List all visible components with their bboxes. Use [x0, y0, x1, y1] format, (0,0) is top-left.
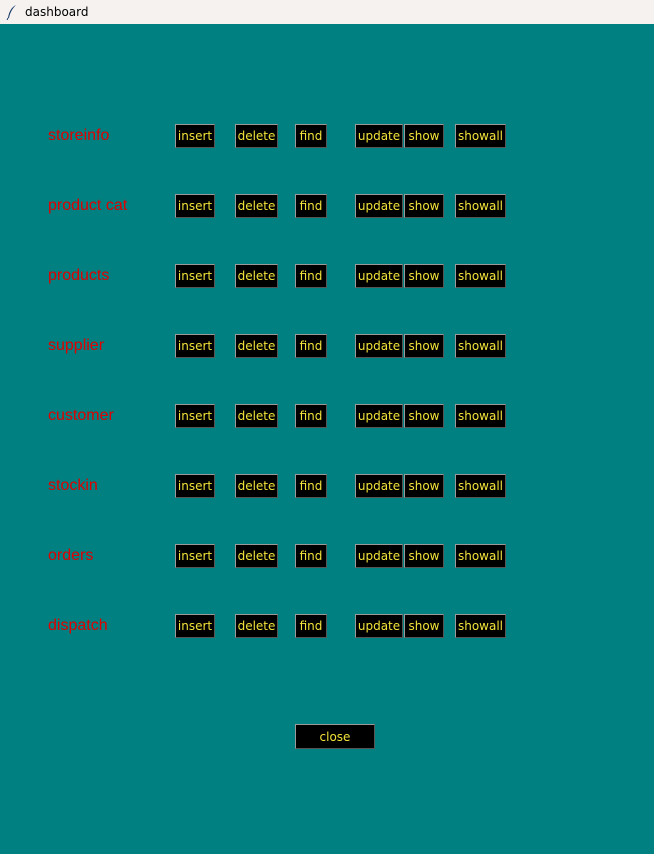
stockin-showall-button[interactable]: showall	[455, 474, 506, 498]
supplier-delete-button[interactable]: delete	[235, 334, 278, 358]
orders-insert-button[interactable]: insert	[175, 544, 215, 568]
stockin-show-button[interactable]: show	[404, 474, 444, 498]
dispatch-find-button[interactable]: find	[295, 614, 327, 638]
supplier-show-button[interactable]: show	[404, 334, 444, 358]
feather-icon	[0, 0, 24, 24]
stockin-insert-button[interactable]: insert	[175, 474, 215, 498]
product-cat-showall-button[interactable]: showall	[455, 194, 506, 218]
customer-insert-button[interactable]: insert	[175, 404, 215, 428]
title-bar: dashboard	[0, 0, 654, 24]
orders-update-button[interactable]: update	[355, 544, 403, 568]
product-cat-find-button[interactable]: find	[295, 194, 327, 218]
dispatch-delete-button[interactable]: delete	[235, 614, 278, 638]
orders-show-button[interactable]: show	[404, 544, 444, 568]
label-supplier: supplier	[48, 337, 105, 354]
products-delete-button[interactable]: delete	[235, 264, 278, 288]
storeinfo-insert-button[interactable]: insert	[175, 124, 215, 148]
dispatch-showall-button[interactable]: showall	[455, 614, 506, 638]
products-showall-button[interactable]: showall	[455, 264, 506, 288]
product-cat-insert-button[interactable]: insert	[175, 194, 215, 218]
supplier-showall-button[interactable]: showall	[455, 334, 506, 358]
products-update-button[interactable]: update	[355, 264, 403, 288]
storeinfo-showall-button[interactable]: showall	[455, 124, 506, 148]
dispatch-show-button[interactable]: show	[404, 614, 444, 638]
storeinfo-update-button[interactable]: update	[355, 124, 403, 148]
customer-update-button[interactable]: update	[355, 404, 403, 428]
product-cat-update-button[interactable]: update	[355, 194, 403, 218]
customer-show-button[interactable]: show	[404, 404, 444, 428]
label-stockin: stockin	[48, 477, 98, 494]
storeinfo-find-button[interactable]: find	[295, 124, 327, 148]
label-storeinfo: storeinfo	[48, 127, 110, 144]
products-show-button[interactable]: show	[404, 264, 444, 288]
storeinfo-delete-button[interactable]: delete	[235, 124, 278, 148]
products-insert-button[interactable]: insert	[175, 264, 215, 288]
label-orders: orders	[48, 547, 94, 564]
product-cat-delete-button[interactable]: delete	[235, 194, 278, 218]
supplier-find-button[interactable]: find	[295, 334, 327, 358]
supplier-update-button[interactable]: update	[355, 334, 403, 358]
stockin-delete-button[interactable]: delete	[235, 474, 278, 498]
orders-find-button[interactable]: find	[295, 544, 327, 568]
label-product-cat: product cat	[48, 197, 128, 214]
label-customer: customer	[48, 407, 114, 424]
dispatch-insert-button[interactable]: insert	[175, 614, 215, 638]
close-button[interactable]: close	[295, 724, 375, 749]
storeinfo-show-button[interactable]: show	[404, 124, 444, 148]
window-title: dashboard	[25, 5, 89, 19]
customer-showall-button[interactable]: showall	[455, 404, 506, 428]
orders-delete-button[interactable]: delete	[235, 544, 278, 568]
label-dispatch: dispatch	[48, 617, 108, 634]
label-products: products	[48, 267, 110, 284]
customer-find-button[interactable]: find	[295, 404, 327, 428]
supplier-insert-button[interactable]: insert	[175, 334, 215, 358]
customer-delete-button[interactable]: delete	[235, 404, 278, 428]
orders-showall-button[interactable]: showall	[455, 544, 506, 568]
stockin-update-button[interactable]: update	[355, 474, 403, 498]
products-find-button[interactable]: find	[295, 264, 327, 288]
dispatch-update-button[interactable]: update	[355, 614, 403, 638]
product-cat-show-button[interactable]: show	[404, 194, 444, 218]
stockin-find-button[interactable]: find	[295, 474, 327, 498]
